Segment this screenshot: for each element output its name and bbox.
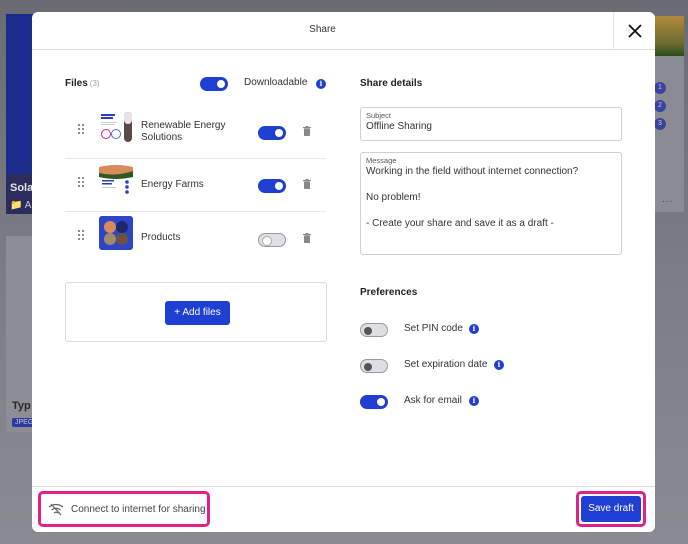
drag-handle-icon[interactable] (78, 124, 84, 134)
downloadable-toggle[interactable] (200, 77, 228, 91)
subject-input[interactable]: Offline Sharing (366, 121, 616, 132)
expiration-date-label: Set expiration date (404, 359, 488, 370)
add-files-button[interactable]: + Add files (165, 301, 230, 325)
offline-notice: Connect to internet for sharing (38, 491, 210, 527)
background-badge: 2 (654, 100, 666, 112)
file-thumbnail (99, 216, 133, 250)
preferences-heading: Preferences (360, 287, 418, 298)
info-icon[interactable]: i (469, 324, 479, 334)
background-card-subtitle: 📁 A (10, 200, 32, 211)
close-icon (627, 24, 642, 38)
save-draft-highlight: Save draft (576, 491, 646, 527)
share-dialog: Share Files (3) Downloadable i Renewable… (32, 12, 655, 532)
expiration-date-toggle[interactable] (360, 359, 388, 373)
background-badge: 3 (654, 118, 666, 130)
dialog-footer: Connect to internet for sharing Save dra… (32, 486, 655, 532)
background-badge: 1 (654, 82, 666, 94)
preference-ask-for-email: Ask for email i (360, 394, 560, 410)
dialog-title: Share (309, 24, 336, 35)
message-field[interactable]: Message Working in the field without int… (360, 152, 622, 255)
info-icon[interactable]: i (494, 360, 504, 370)
save-draft-button[interactable]: Save draft (581, 496, 641, 522)
more-icon: ... (662, 194, 674, 205)
file-name: Products (141, 232, 181, 243)
message-textarea[interactable]: Working in the field without internet co… (366, 165, 616, 230)
message-label: Message (366, 156, 397, 165)
trash-icon[interactable] (303, 179, 311, 189)
file-row: Products (65, 212, 326, 265)
downloadable-label: Downloadable (244, 77, 308, 88)
background-card-title: Typ (12, 400, 31, 412)
file-name: Energy Farms (141, 179, 204, 190)
file-name: Renewable Energy Solutions (141, 120, 226, 143)
trash-icon[interactable] (303, 233, 311, 243)
ask-for-email-label: Ask for email (404, 395, 462, 406)
preference-expiration-date: Set expiration date i (360, 358, 560, 374)
file-downloadable-toggle[interactable] (258, 179, 286, 193)
offline-message: Connect to internet for sharing (71, 504, 206, 515)
file-downloadable-toggle[interactable] (258, 126, 286, 140)
drag-handle-icon[interactable] (78, 230, 84, 240)
subject-label: Subject (366, 111, 392, 120)
file-downloadable-toggle[interactable] (258, 233, 286, 247)
pin-code-label: Set PIN code (404, 323, 463, 334)
pin-code-toggle[interactable] (360, 323, 388, 337)
files-heading: Files (3) (65, 78, 100, 89)
file-row: Energy Farms (65, 159, 326, 212)
info-icon[interactable]: i (316, 79, 326, 89)
add-files-dropzone[interactable]: + Add files (65, 282, 327, 342)
trash-icon[interactable] (303, 126, 311, 136)
close-button[interactable] (613, 12, 655, 50)
file-thumbnail (99, 110, 133, 144)
wifi-off-icon (48, 503, 64, 516)
file-thumbnail (99, 163, 133, 197)
files-count: (3) (89, 79, 100, 88)
info-icon[interactable]: i (469, 396, 479, 406)
share-details-heading: Share details (360, 78, 423, 89)
drag-handle-icon[interactable] (78, 177, 84, 187)
preference-pin-code: Set PIN code i (360, 322, 560, 338)
background-card-title: Sola (10, 182, 34, 194)
file-row: Renewable Energy Solutions (65, 106, 326, 159)
subject-field[interactable]: Subject Offline Sharing (360, 107, 622, 141)
dialog-header: Share (32, 12, 655, 50)
ask-for-email-toggle[interactable] (360, 395, 388, 409)
